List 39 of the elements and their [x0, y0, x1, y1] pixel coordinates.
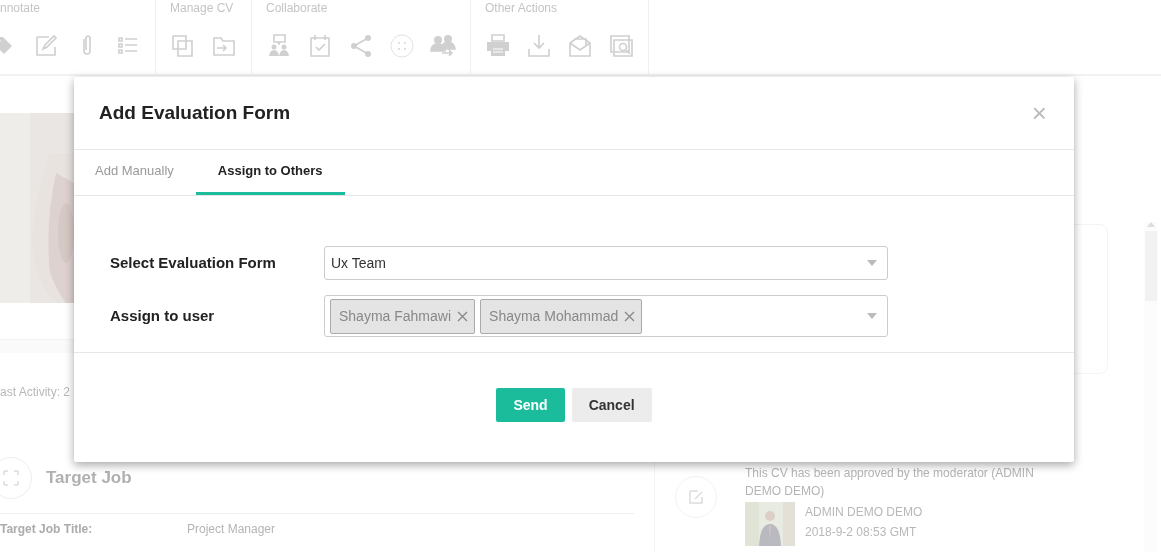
circle-icon[interactable]: [389, 33, 415, 59]
tab[interactable]: Add Manually: [81, 150, 188, 195]
field-label: Select Evaluation Form: [109, 252, 277, 273]
close-icon[interactable]: [457, 310, 469, 322]
copy-icon[interactable]: [170, 33, 196, 59]
send-button[interactable]: Send: [496, 388, 565, 422]
share-icon[interactable]: [348, 33, 374, 59]
group-title: Other Actions: [485, 1, 559, 15]
caret-icon[interactable]: [867, 260, 877, 266]
close-icon[interactable]: [624, 310, 636, 322]
multi-select-field[interactable]: Shayma Fahmawi Shayma Mohammad: [324, 295, 888, 337]
section-heading: Target Job: [46, 467, 132, 490]
field-value: Project Manager: [187, 521, 276, 538]
author-name: ADMIN DEMO DEMO: [805, 504, 923, 521]
timestamp: 2018-9-2 08:53 GMT: [805, 524, 918, 541]
tab[interactable]: Assign to Others: [195, 150, 345, 195]
group-title: Collaborate: [266, 1, 329, 15]
cancel-button[interactable]: Cancel: [571, 388, 652, 422]
scroll-up-icon[interactable]: [1147, 222, 1155, 227]
printer-icon[interactable]: [485, 33, 511, 59]
select-field[interactable]: Ux Team: [324, 246, 888, 280]
users-icon[interactable]: [430, 33, 456, 59]
tag-chip[interactable]: Shayma Mohammad: [480, 298, 643, 334]
field-label: Target Job Title:: [0, 521, 94, 538]
group-title: nnotate: [0, 1, 42, 15]
timeline-text: This CV has been approved by the moderator (ADMIN DEMO DEMO): [745, 465, 1035, 500]
modal-title: Add Evaluation Form: [99, 101, 291, 125]
close-button[interactable]: ×: [1029, 100, 1049, 126]
tag-chip[interactable]: Shayma Fahmawi: [330, 298, 476, 334]
field-label: Assign to user: [109, 305, 216, 326]
edit-icon[interactable]: [33, 33, 59, 59]
envelope-icon[interactable]: [567, 33, 593, 59]
last-activity-text: ast Activity: 2: [0, 384, 72, 401]
preview-icon[interactable]: [608, 33, 634, 59]
download-icon[interactable]: [526, 33, 552, 59]
group-title: Manage CV: [170, 1, 235, 15]
calendar-check-icon[interactable]: [307, 33, 333, 59]
people-icon[interactable]: [266, 33, 292, 59]
caret-icon[interactable]: [867, 313, 877, 319]
